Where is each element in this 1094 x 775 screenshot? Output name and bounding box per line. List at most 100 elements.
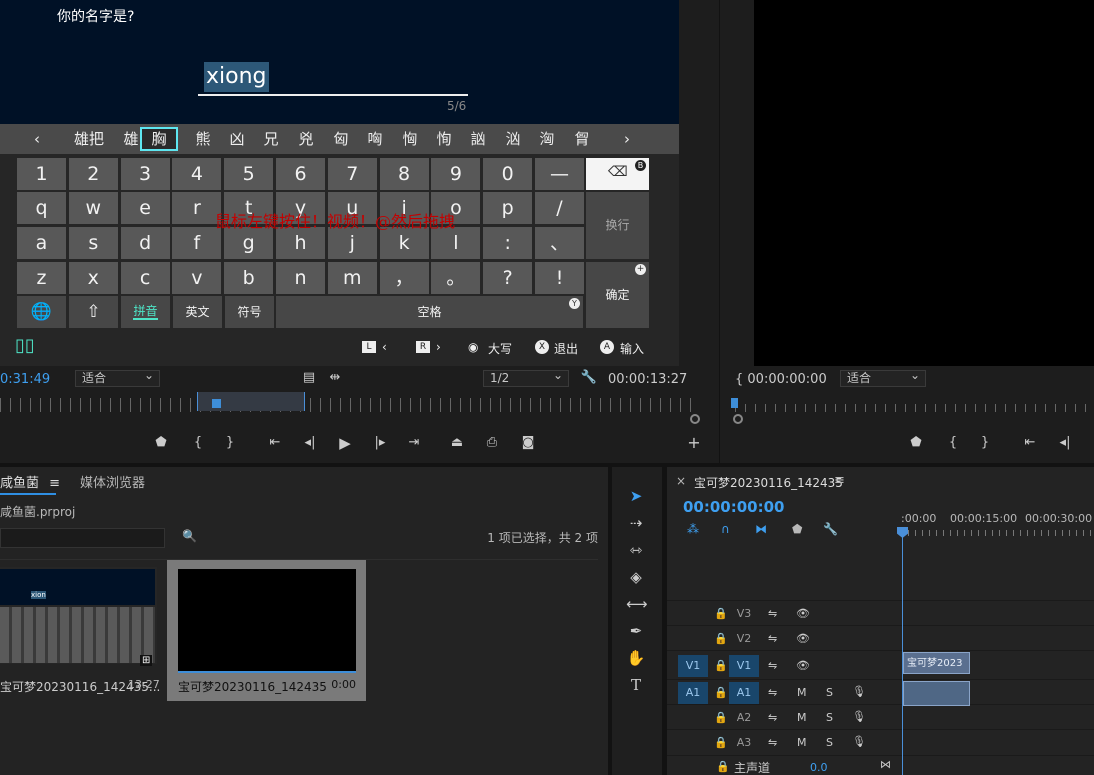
timeline-ruler[interactable] [901, 530, 1094, 536]
ripple-edit-tool-icon[interactable]: ⇿ [626, 541, 646, 559]
add-marker-icon[interactable]: ⬟ [792, 522, 802, 536]
project-item-2-card[interactable]: 宝可梦20230116_142435 0:00 [167, 560, 366, 701]
source-time-ruler[interactable] [735, 404, 1094, 412]
source-zoom-handle[interactable] [733, 414, 743, 424]
mute-button[interactable]: M [797, 736, 807, 749]
go-to-end-icon[interactable]: ⋈ [880, 758, 891, 771]
source-monitor-video[interactable] [754, 0, 1094, 366]
panel-menu-icon[interactable]: ≡ [49, 476, 60, 491]
sync-lock-icon[interactable]: ⇋ [768, 632, 777, 645]
razor-tool-icon[interactable]: ◈ [626, 568, 646, 586]
lock-icon[interactable]: 🔒 [714, 607, 728, 620]
go-to-out-icon[interactable]: ⇥ [405, 435, 423, 450]
eye-icon[interactable]: 👁 [796, 632, 810, 645]
track-target-v1[interactable]: V1 [729, 654, 759, 677]
program-playhead[interactable] [212, 399, 221, 408]
selection-tool-icon[interactable]: ➤ [626, 487, 646, 505]
video-clip[interactable]: 宝可梦2023 [903, 652, 970, 674]
track-select-tool-icon[interactable]: ⇢ [626, 514, 646, 532]
program-fit-dropdown[interactable]: 适合 [75, 368, 160, 387]
project-search-input[interactable] [0, 528, 165, 548]
mark-in-icon[interactable]: { [189, 435, 207, 450]
step-back-icon[interactable]: ◂| [1056, 435, 1074, 450]
snap-icon[interactable]: ∩ [721, 522, 730, 536]
panel-menu-icon[interactable]: ≡ [834, 473, 845, 488]
step-forward-icon[interactable]: |▸ [371, 435, 389, 450]
nest-icon[interactable]: ⁂ [687, 522, 699, 536]
mark-in-icon[interactable]: { [944, 435, 962, 450]
program-playhead-timecode[interactable]: 0:31:49 [0, 372, 50, 387]
pen-tool-icon[interactable]: ✒ [626, 622, 646, 640]
close-tab-icon[interactable]: × [676, 474, 686, 488]
sync-lock-icon[interactable]: ⇋ [768, 659, 777, 672]
source-patch-v1[interactable]: V1 [678, 654, 708, 677]
step-back-icon[interactable]: ◂| [301, 435, 319, 450]
add-button-icon[interactable]: + [685, 433, 703, 452]
lock-icon[interactable]: 🔒 [714, 686, 728, 699]
solo-button[interactable]: S [826, 711, 833, 724]
key-row_numbers-4: 5 [224, 158, 274, 190]
extract-icon[interactable]: ⎙ [483, 435, 501, 450]
key-row_z-9: ? [483, 262, 533, 294]
project-tab[interactable]: 咸鱼菌 ≡ [0, 472, 60, 491]
go-to-in-icon[interactable]: ⇤ [1021, 435, 1039, 450]
source-timecode-value: 00:00:00:00 [747, 372, 827, 387]
wrench-icon[interactable]: 🔧 [580, 370, 598, 385]
microphone-icon[interactable]: 🎙 [852, 735, 866, 748]
solo-button[interactable]: S [826, 736, 833, 749]
program-monitor-video[interactable]: 你的名字是? xiong 5/6 ‹ 雄把雄胸熊凶兄兇匈哅恟恂訩汹洶胷 › 12… [0, 0, 679, 366]
eye-icon[interactable]: 👁 [796, 659, 810, 672]
lock-icon[interactable]: 🔒 [716, 760, 730, 773]
track-row-v1: V1 🔒 V1 ⇋ 👁 [667, 650, 1094, 679]
sync-lock-icon[interactable]: ⇋ [768, 711, 777, 724]
add-marker-icon[interactable]: ⬟ [152, 435, 170, 450]
microphone-icon[interactable]: 🎙 [852, 685, 866, 698]
timeline-timecode[interactable]: 00:00:00:00 [683, 498, 785, 516]
insert-icon[interactable]: ⇹ [326, 370, 344, 385]
track-target-a3[interactable]: A3 [729, 732, 759, 754]
zoom-handle[interactable] [690, 414, 700, 424]
settings-icon[interactable]: ▤ [300, 370, 318, 385]
slip-tool-icon[interactable]: ⟷ [626, 595, 648, 613]
track-target-v2[interactable]: V2 [729, 628, 759, 650]
candidate-11: 訩 [470, 130, 486, 148]
lock-icon[interactable]: 🔒 [714, 736, 728, 749]
type-tool-icon[interactable]: T [626, 676, 646, 694]
hand-tool-icon[interactable]: ✋ [626, 649, 646, 667]
project-item-1-thumbnail[interactable]: xion ⊞ [0, 567, 157, 666]
audio-clip[interactable] [903, 681, 970, 706]
lock-icon[interactable]: 🔒 [714, 632, 728, 645]
go-to-in-icon[interactable]: ⇤ [266, 435, 284, 450]
mark-out-icon[interactable]: } [221, 435, 239, 450]
eye-icon[interactable]: 👁 [796, 607, 810, 620]
track-target-v3[interactable]: V3 [729, 603, 759, 625]
sync-lock-icon[interactable]: ⇋ [768, 736, 777, 749]
source-fit-dropdown[interactable]: 适合 [840, 368, 926, 387]
mark-out-icon[interactable]: } [976, 435, 994, 450]
lock-icon[interactable]: 🔒 [714, 711, 728, 724]
sequence-tab[interactable]: 宝可梦20230116_142435 [694, 474, 843, 491]
master-volume[interactable]: 0.0 [810, 761, 828, 774]
mute-button[interactable]: M [797, 686, 807, 699]
microphone-icon[interactable]: 🎙 [852, 710, 866, 723]
add-marker-icon[interactable]: ⬟ [907, 435, 925, 450]
sync-lock-icon[interactable]: ⇋ [768, 686, 777, 699]
sync-lock-icon[interactable]: ⇋ [768, 607, 777, 620]
source-patch-a1[interactable]: A1 [678, 681, 708, 704]
english-key: 英文 [173, 296, 222, 328]
media-browser-tab[interactable]: 媒体浏览器 [80, 472, 145, 491]
wrench-icon[interactable]: 🔧 [823, 522, 838, 536]
camera-icon[interactable]: ◙ [519, 435, 537, 450]
track-target-a1[interactable]: A1 [729, 681, 759, 704]
linked-selection-icon[interactable]: ⧓ [755, 522, 767, 536]
solo-button[interactable]: S [826, 686, 833, 699]
lock-icon[interactable]: 🔒 [714, 659, 728, 672]
mute-button[interactable]: M [797, 711, 807, 724]
track-target-a2[interactable]: A2 [729, 707, 759, 729]
source-playhead[interactable] [731, 398, 738, 408]
find-icon[interactable]: 🔍 [182, 529, 197, 543]
program-time-ruler[interactable] [0, 398, 700, 412]
lift-icon[interactable]: ⏏ [448, 435, 466, 450]
resolution-dropdown[interactable]: 1/2 [483, 368, 569, 387]
play-icon[interactable]: ▶ [336, 434, 354, 452]
